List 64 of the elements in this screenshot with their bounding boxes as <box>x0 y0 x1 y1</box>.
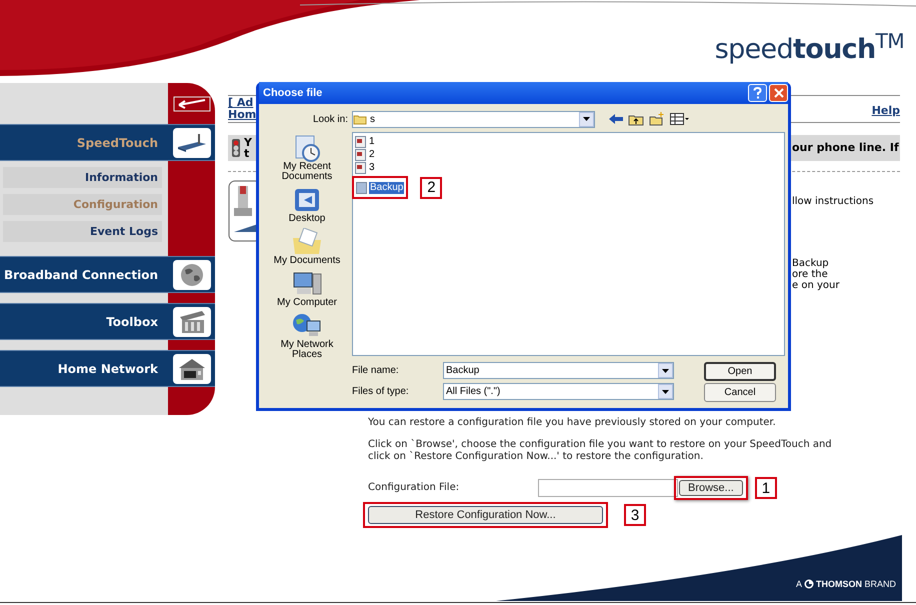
body-text: llow instructions <box>792 195 875 209</box>
dropdown-arrow-icon <box>662 368 669 372</box>
file-item[interactable]: 2 <box>355 148 784 161</box>
dropdown-arrow-icon <box>583 117 590 121</box>
dialog-button[interactable]: Cancel <box>704 383 776 402</box>
thomson-logo-icon <box>804 579 814 590</box>
question-icon <box>753 87 762 99</box>
sidebar-section[interactable]: Home Network <box>0 350 215 387</box>
places-item[interactable]: My Recent Documents <box>265 134 349 182</box>
body-text: ore the <box>792 269 829 280</box>
restore-button[interactable]: Restore Configuration Now... <box>368 506 603 524</box>
callout-number: 3 <box>624 504 646 526</box>
dropdown-arrow-icon <box>662 390 669 394</box>
file-icon <box>355 136 366 148</box>
dialog-button[interactable]: Open <box>704 362 776 381</box>
brand-text: A <box>796 578 802 590</box>
sidebar-section[interactable]: Toolbox <box>0 303 215 340</box>
intro-text: You can restore a configuration file you have previously stored on your computer. <box>368 417 777 429</box>
file-icon <box>356 182 367 194</box>
sidebar-section[interactable]: Broadband Connection <box>0 256 215 293</box>
brand-text: THOMSON BRAND <box>816 578 896 590</box>
places-item[interactable]: My Documents <box>265 228 349 266</box>
browse-button[interactable]: Browse... <box>679 480 743 496</box>
places-item[interactable]: My Computer <box>265 270 349 308</box>
banner-text: Y <box>244 137 252 148</box>
views-menu-icon[interactable] <box>670 113 690 125</box>
banner-text: t <box>244 148 250 159</box>
sidebar-section[interactable]: SpeedTouch <box>0 124 215 161</box>
field-label: Files of type: <box>352 385 410 399</box>
callout-number: 2 <box>420 176 442 198</box>
places-item[interactable]: My Network Places <box>265 312 349 360</box>
file-name-field[interactable]: Backup <box>443 362 674 379</box>
sidebar-item[interactable]: Information <box>3 167 162 188</box>
file-item[interactable]: 1 <box>355 135 784 148</box>
dialog-title: Choose file <box>263 86 322 101</box>
instructions-text: Click on `Browse', choose the configuration file you want to restore on your SpeedTouch and click on `Restore Configuration Now...' to restore the configuration. <box>368 439 833 463</box>
field-label: File name: <box>352 364 400 378</box>
status-light-icon <box>232 139 240 157</box>
sidebar-item[interactable]: Event Logs <box>3 221 162 242</box>
desktop-icon <box>292 186 322 214</box>
banner-text: our phone line. If <box>792 140 900 156</box>
globe-icon <box>178 262 204 288</box>
documents-folder-icon <box>291 228 323 256</box>
help-link[interactable]: Help <box>872 104 900 117</box>
file-item[interactable]: 3 <box>355 161 784 174</box>
folder-icon <box>353 114 367 124</box>
body-text: e on your <box>792 280 840 291</box>
places-item[interactable]: Desktop <box>265 186 349 224</box>
file-icon <box>355 162 366 174</box>
close-button[interactable] <box>769 84 788 102</box>
new-folder-icon[interactable] <box>649 112 665 126</box>
look-in-label: Look in: <box>312 112 349 126</box>
callout-number: 1 <box>754 477 777 499</box>
file-type-dropdown[interactable]: All Files (".") <box>443 383 674 400</box>
body-text: Backup <box>792 258 830 269</box>
look-in-dropdown[interactable]: s <box>352 110 595 128</box>
file-icon <box>355 148 366 160</box>
router-icon <box>176 132 208 152</box>
file-input[interactable] <box>538 479 678 497</box>
field-label: Configuration File: <box>368 482 460 494</box>
close-icon <box>774 88 784 98</box>
back-icon[interactable] <box>609 114 623 124</box>
up-folder-icon[interactable] <box>628 112 644 126</box>
help-button[interactable] <box>748 84 767 102</box>
